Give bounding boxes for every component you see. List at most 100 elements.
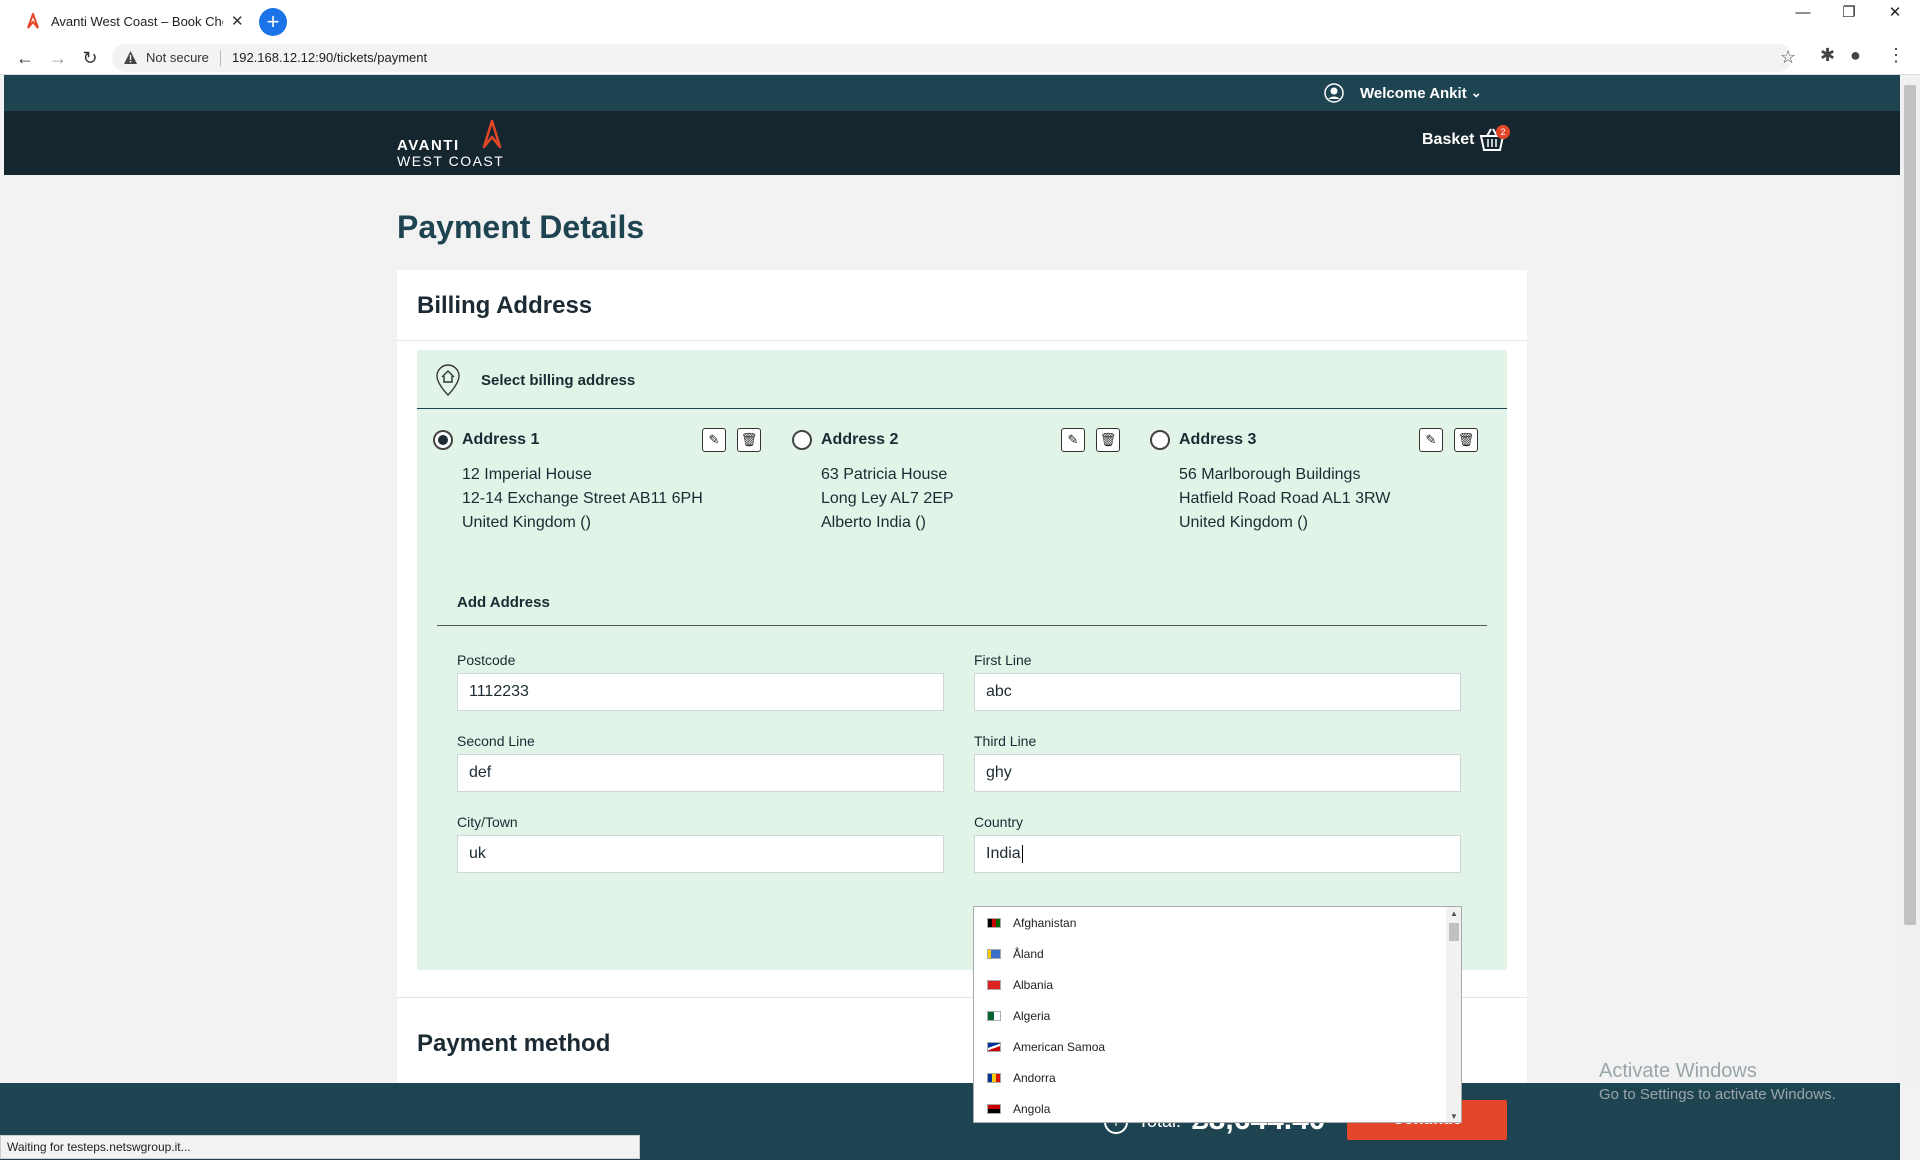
second-line-input[interactable]: def — [457, 754, 944, 792]
forward-icon[interactable]: → — [44, 45, 72, 71]
dropdown-scroll-thumb[interactable] — [1449, 923, 1459, 941]
billing-panel: Select billing address Address 1 ✎ 🗑 12 … — [417, 350, 1507, 970]
delete-address-2-button[interactable]: 🗑 — [1096, 428, 1120, 452]
close-window-icon[interactable]: ✕ — [1872, 0, 1918, 30]
select-billing-label: Select billing address — [481, 372, 636, 389]
first-line-label: First Line — [974, 652, 1032, 668]
reload-icon[interactable]: ↻ — [76, 45, 104, 71]
edit-address-3-button[interactable]: ✎ — [1419, 428, 1443, 452]
user-icon — [1324, 83, 1344, 103]
activate-windows-subtitle: Go to Settings to activate Windows. — [1599, 1086, 1836, 1103]
country-option-label: American Samoa — [1013, 1039, 1106, 1054]
first-line-input[interactable]: abc — [974, 673, 1461, 711]
trash-icon: 🗑 — [740, 432, 758, 447]
warning-icon — [124, 51, 137, 64]
welcome-menu[interactable]: Welcome Ankit ⌄ — [1324, 83, 1482, 103]
chevron-down-icon: ⌄ — [1470, 85, 1482, 100]
edit-address-1-button[interactable]: ✎ — [702, 428, 726, 452]
address-2-line-1: 63 Patricia House — [821, 466, 948, 483]
logo-line-2[interactable]: WEST COAST — [397, 153, 504, 169]
text-caret — [1021, 844, 1023, 863]
address-1-name: Address 1 — [462, 431, 540, 448]
delete-address-3-button[interactable]: 🗑 — [1454, 428, 1478, 452]
city-input[interactable]: uk — [457, 835, 944, 873]
country-option-label: Andorra — [1013, 1070, 1056, 1085]
city-label: City/Town — [457, 814, 518, 830]
address-1-radio[interactable] — [433, 430, 453, 450]
scroll-up-icon[interactable]: ▲ — [1450, 909, 1458, 918]
postcode-label: Postcode — [457, 652, 516, 668]
address-2-line-2: Long Ley AL7 2EP — [821, 490, 954, 507]
postcode-input[interactable]: 1112233 — [457, 673, 944, 711]
flag-american-samoa-icon — [987, 1041, 1001, 1052]
country-input[interactable]: India — [974, 835, 1461, 873]
address-1-line-2: 12-14 Exchange Street AB11 6PH — [462, 490, 703, 507]
delete-address-1-button[interactable]: 🗑 — [737, 428, 761, 452]
logo-line-1[interactable]: AVANTI — [397, 137, 460, 154]
restore-icon[interactable]: ❐ — [1826, 0, 1872, 30]
select-billing-header: Select billing address — [417, 350, 1507, 409]
edit-address-2-button[interactable]: ✎ — [1061, 428, 1085, 452]
tab-close-icon[interactable]: ✕ — [231, 12, 244, 30]
add-address-heading: Add Address — [457, 594, 550, 611]
extensions-icon[interactable]: ✱ — [1820, 45, 1835, 66]
basket-label[interactable]: Basket — [1422, 131, 1474, 149]
card-divider — [397, 340, 1527, 341]
country-option[interactable]: Algeria — [974, 1000, 1444, 1031]
country-option-label: Albania — [1013, 977, 1054, 992]
address-bar-row: ← → ↻ Not secure 192.168.12.12:90/ticket… — [0, 41, 1920, 75]
avanti-favicon-icon — [27, 13, 39, 29]
new-tab-button[interactable]: + — [259, 8, 287, 36]
country-input-text: India — [986, 845, 1021, 862]
pencil-icon: ✎ — [1067, 432, 1079, 447]
omnibox-separator — [220, 50, 221, 66]
dropdown-scrollbar[interactable]: ▲ ▼ — [1446, 907, 1461, 1122]
address-2-radio[interactable] — [792, 430, 812, 450]
url-text[interactable]: 192.168.12.12:90/tickets/payment — [232, 50, 427, 65]
address-3-line-1: 56 Marlborough Buildings — [1179, 466, 1361, 483]
browser-tab[interactable]: Avanti West Coast – Book Cheap ✕ — [16, 6, 252, 36]
tab-title: Avanti West Coast – Book Cheap — [51, 13, 223, 29]
omnibox[interactable]: Not secure 192.168.12.12:90/tickets/paym… — [112, 44, 1796, 72]
flag-albania-icon — [987, 979, 1001, 990]
bookmark-star-icon[interactable]: ☆ — [1780, 47, 1796, 68]
browser-status-bar: Waiting for testeps.netswgroup.it... — [0, 1135, 640, 1159]
country-dropdown[interactable]: Afghanistan Åland Albania Algeria Americ… — [973, 906, 1462, 1123]
billing-title: Billing Address — [417, 292, 593, 319]
second-line-label: Second Line — [457, 733, 535, 749]
profile-icon[interactable]: ● — [1850, 45, 1861, 66]
browser-tab-bar: Avanti West Coast – Book Cheap ✕ + — ❐ ✕ — [0, 0, 1920, 41]
country-option[interactable]: Angola — [974, 1093, 1444, 1122]
trash-icon: 🗑 — [1457, 432, 1475, 447]
welcome-text: Welcome Ankit — [1360, 84, 1467, 102]
country-option[interactable]: Andorra — [974, 1062, 1444, 1093]
third-line-input[interactable]: ghy — [974, 754, 1461, 792]
not-secure-label: Not secure — [146, 50, 209, 65]
country-option[interactable]: Åland — [974, 938, 1444, 969]
flag-algeria-icon — [987, 1010, 1001, 1021]
back-icon[interactable]: ← — [11, 45, 39, 71]
avanti-logo-icon[interactable] — [482, 119, 502, 149]
address-2-line-3: Alberto India () — [821, 514, 926, 531]
page-title: Payment Details — [397, 209, 645, 245]
address-3-name: Address 3 — [1179, 431, 1257, 448]
page-scroll-thumb[interactable] — [1904, 85, 1916, 925]
home-pin-icon — [436, 364, 460, 396]
country-label: Country — [974, 814, 1024, 830]
country-option-label: Åland — [1013, 946, 1044, 961]
minimize-icon[interactable]: — — [1780, 0, 1826, 30]
country-option[interactable]: Albania — [974, 969, 1444, 1000]
scroll-down-icon[interactable]: ▼ — [1450, 1112, 1458, 1121]
page-scrollbar[interactable] — [1900, 75, 1920, 1085]
address-1-line-3: United Kingdom () — [462, 514, 591, 531]
address-3-radio[interactable] — [1150, 430, 1170, 450]
address-3-line-3: United Kingdom () — [1179, 514, 1308, 531]
pencil-icon: ✎ — [708, 432, 720, 447]
country-option[interactable]: American Samoa — [974, 1031, 1444, 1062]
menu-dots-icon[interactable]: ⋮ — [1887, 45, 1905, 66]
third-line-label: Third Line — [974, 733, 1037, 749]
country-option[interactable]: Afghanistan — [974, 907, 1444, 938]
add-address-divider — [437, 625, 1487, 626]
flag-andorra-icon — [987, 1072, 1001, 1083]
flag-angola-icon — [987, 1103, 1001, 1114]
